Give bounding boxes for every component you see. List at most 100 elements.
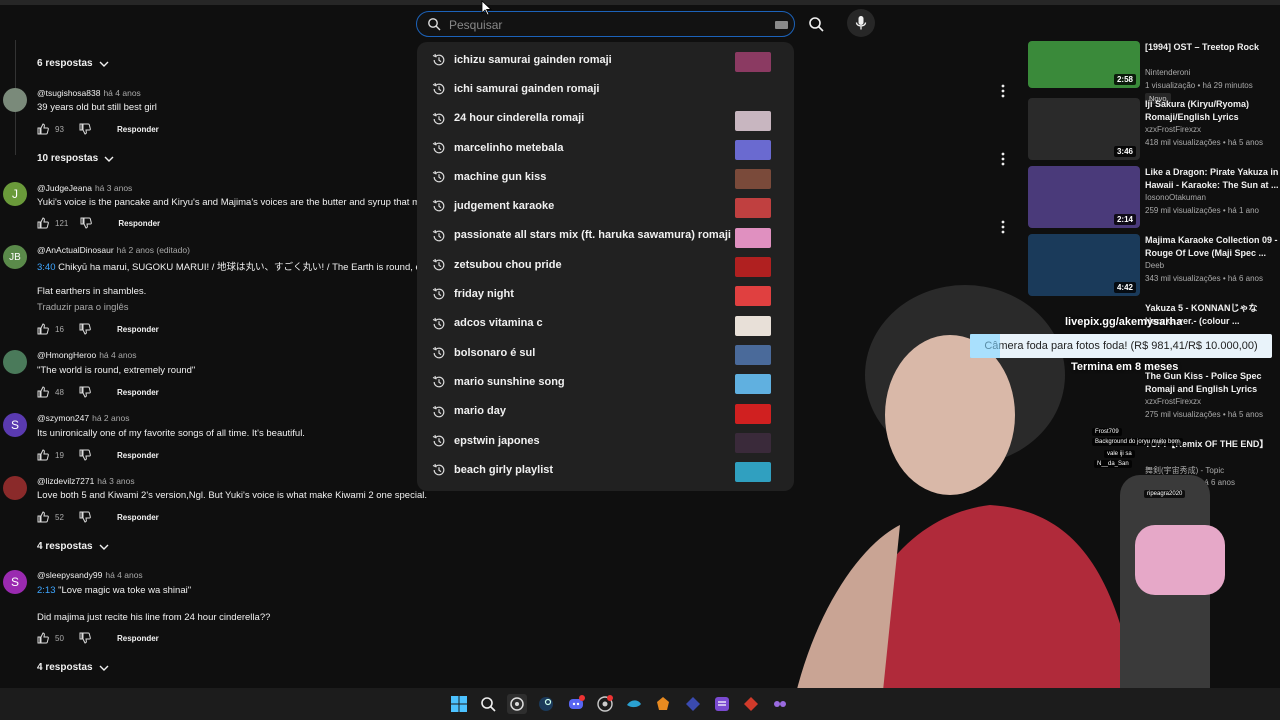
suggestion-thumbnail[interactable] — [735, 227, 771, 248]
suggestion-item[interactable]: passionate all stars mix (ft. haruka saw… — [417, 221, 794, 250]
fox-app-icon[interactable] — [653, 694, 673, 714]
timestamp-link[interactable]: 2:13 — [37, 585, 56, 596]
voice-search-button[interactable] — [847, 9, 875, 37]
like-icon[interactable] — [37, 323, 49, 335]
video-channel[interactable]: xzxFrostFirexzx — [1145, 125, 1201, 134]
suggestion-item[interactable]: ichizu samurai gainden romaji — [417, 45, 794, 74]
reply-button[interactable]: Responder — [117, 513, 159, 522]
more-options-icon[interactable] — [1000, 220, 1006, 234]
video-title[interactable]: [1994] OST – Treetop Rock — [1145, 41, 1280, 54]
video-channel[interactable]: IosonoOtakuman — [1145, 193, 1206, 202]
video-thumbnail[interactable]: 2:14 — [1028, 166, 1140, 228]
avatar[interactable] — [3, 350, 27, 374]
replies-toggle[interactable]: 10 respostas — [37, 153, 114, 164]
comment-author[interactable]: @szymon247 há 2 anos — [37, 413, 129, 423]
suggestion-item[interactable]: mario sunshine song — [417, 367, 794, 396]
suggestion-item[interactable]: ichi samurai gainden romaji — [417, 74, 794, 103]
dislike-icon[interactable] — [79, 632, 91, 644]
more-options-icon[interactable] — [1000, 84, 1006, 98]
suggestion-item[interactable]: judgement karaoke — [417, 191, 794, 220]
suggestion-item[interactable]: adcos vitamina c — [417, 309, 794, 338]
like-icon[interactable] — [37, 511, 49, 523]
like-icon[interactable] — [37, 449, 49, 461]
suggestion-thumbnail[interactable] — [735, 286, 771, 307]
dislike-icon[interactable] — [79, 449, 91, 461]
taskbar-search-icon[interactable] — [478, 694, 498, 714]
suggestion-thumbnail[interactable] — [735, 403, 771, 424]
video-thumbnail[interactable]: 3:46 — [1028, 98, 1140, 160]
avatar[interactable]: S — [3, 413, 27, 437]
avatar[interactable] — [3, 476, 27, 500]
like-icon[interactable] — [37, 386, 49, 398]
dislike-icon[interactable] — [79, 123, 91, 135]
suggestion-thumbnail[interactable] — [735, 139, 771, 160]
suggestion-item[interactable]: zetsubou chou pride — [417, 250, 794, 279]
like-icon[interactable] — [37, 632, 49, 644]
suggestion-item[interactable]: marcelinho metebala — [417, 133, 794, 162]
reply-button[interactable]: Responder — [118, 219, 160, 228]
comment-author[interactable]: @tsugishosa838 há 4 anos — [37, 88, 141, 98]
suggestion-thumbnail[interactable] — [735, 432, 771, 453]
dislike-icon[interactable] — [79, 386, 91, 398]
replies-toggle[interactable]: 6 respostas — [37, 58, 109, 69]
timestamp-link[interactable]: 3:40 — [37, 262, 56, 273]
suggestion-item[interactable]: mario day — [417, 397, 794, 426]
video-channel[interactable]: Nintenderoni — [1145, 68, 1190, 77]
suggestion-item[interactable]: 24 hour cinderella romaji — [417, 104, 794, 133]
chrome-icon[interactable] — [595, 694, 615, 714]
suggestion-item[interactable]: machine gun kiss — [417, 162, 794, 191]
reply-button[interactable]: Responder — [117, 125, 159, 134]
suggestion-thumbnail[interactable] — [735, 52, 771, 72]
more-options-icon[interactable] — [1000, 152, 1006, 166]
reply-button[interactable]: Responder — [117, 325, 159, 334]
suggestion-item[interactable]: bolsonaro é sul — [417, 338, 794, 367]
comment-author[interactable]: @AnActualDinosaur há 2 anos (editado) — [37, 245, 190, 255]
search-button[interactable] — [798, 11, 834, 37]
suggestion-thumbnail[interactable] — [735, 257, 771, 278]
reply-button[interactable]: Responder — [117, 451, 159, 460]
dislike-icon[interactable] — [79, 323, 91, 335]
video-title[interactable]: Like a Dragon: Pirate Yakuza in Hawaii -… — [1145, 166, 1280, 192]
red-app-icon[interactable] — [741, 694, 761, 714]
avatar[interactable]: JB — [3, 245, 27, 269]
notes-app-icon[interactable] — [712, 694, 732, 714]
obs-icon[interactable] — [507, 694, 527, 714]
keyboard-icon[interactable] — [775, 21, 788, 29]
extra-app-icon[interactable] — [770, 694, 790, 714]
comment-author[interactable]: @JudgeJeana há 3 anos — [37, 183, 132, 193]
replies-toggle[interactable]: 4 respostas — [37, 541, 109, 552]
suggestion-item[interactable]: epstwin japones — [417, 426, 794, 455]
translate-link[interactable]: Traduzir para o inglês — [37, 302, 129, 313]
suggestion-thumbnail[interactable] — [735, 198, 771, 219]
steam-icon[interactable] — [536, 694, 556, 714]
search-box[interactable] — [416, 11, 795, 37]
avatar[interactable]: J — [3, 182, 27, 206]
video-title[interactable]: Majima Karaoke Collection 09 - Rouge Of … — [1145, 234, 1280, 260]
reply-button[interactable]: Responder — [117, 388, 159, 397]
dislike-icon[interactable] — [80, 217, 93, 229]
discord-icon[interactable] — [566, 694, 586, 714]
suggestion-thumbnail[interactable] — [735, 110, 771, 131]
suggestion-item[interactable]: beach girly playlist — [417, 455, 794, 484]
dislike-icon[interactable] — [79, 511, 91, 523]
suggestion-thumbnail[interactable] — [735, 462, 771, 483]
replies-toggle[interactable]: 4 respostas — [37, 662, 109, 673]
video-title[interactable]: Iji Sakura (Kiryu/Ryoma) Romaji/English … — [1145, 98, 1280, 124]
diamond-app-icon[interactable] — [683, 694, 703, 714]
comment-author[interactable]: @HmongHeroo há 4 anos — [37, 350, 137, 360]
suggestion-thumbnail[interactable] — [735, 169, 771, 190]
comment-author[interactable]: @lizdevilz7271 há 3 anos — [37, 476, 135, 486]
suggestion-item[interactable]: friday night — [417, 279, 794, 308]
suggestion-thumbnail[interactable] — [735, 374, 771, 395]
video-thumbnail[interactable]: 2:58 — [1028, 41, 1140, 88]
comment-author[interactable]: @sleepysandy99 há 4 anos — [37, 570, 143, 580]
like-icon[interactable] — [37, 217, 49, 229]
search-input[interactable] — [449, 16, 769, 34]
avatar[interactable] — [3, 88, 27, 112]
suggestion-thumbnail[interactable] — [735, 344, 771, 365]
video-channel[interactable]: Deeb — [1145, 261, 1164, 270]
fish-app-icon[interactable] — [624, 694, 644, 714]
windows-start-icon[interactable] — [449, 694, 469, 714]
avatar[interactable]: S — [3, 570, 27, 594]
reply-button[interactable]: Responder — [117, 634, 159, 643]
